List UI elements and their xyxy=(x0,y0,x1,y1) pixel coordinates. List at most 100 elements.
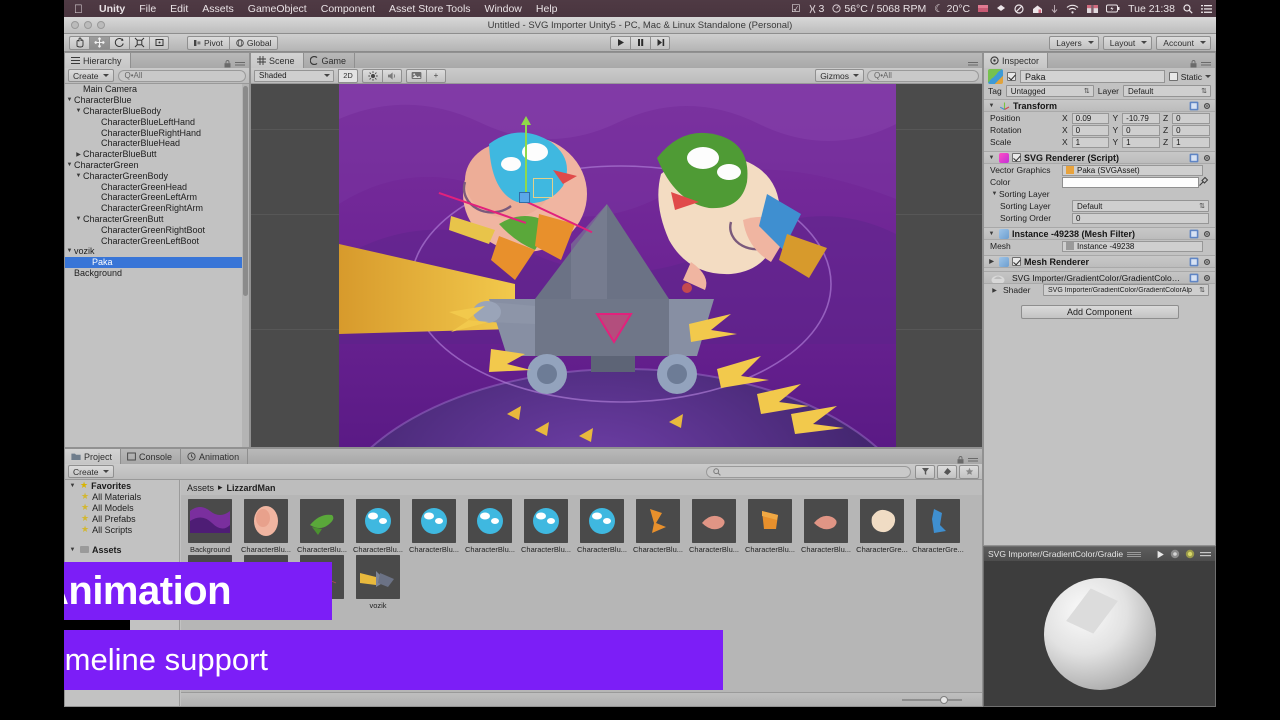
scene-view-toggles[interactable]: 2D xyxy=(338,69,358,83)
favorite-item[interactable]: ★All Prefabs xyxy=(65,513,179,524)
tab-console[interactable]: Console xyxy=(121,449,181,464)
asset-thumbnail[interactable] xyxy=(580,499,624,543)
effects-dropdown-button[interactable]: + xyxy=(426,69,446,83)
hierarchy-item[interactable]: Main Camera xyxy=(65,84,249,95)
gizmo-rect-handle[interactable] xyxy=(533,178,553,198)
list-icon[interactable] xyxy=(1197,4,1216,14)
add-component-button[interactable]: Add Component xyxy=(1021,305,1179,319)
asset-thumbnail[interactable] xyxy=(244,499,288,543)
asset-item[interactable]: CharacterGre... xyxy=(855,499,909,554)
component-header-icons[interactable] xyxy=(1189,273,1212,283)
lighting-toggle-icon[interactable] xyxy=(362,69,382,83)
hierarchy-scrollbar[interactable] xyxy=(242,84,249,447)
hierarchy-tab-icons[interactable] xyxy=(223,60,249,68)
asset-item[interactable]: CharacterBlu... xyxy=(519,499,573,554)
2d-toggle[interactable]: 2D xyxy=(338,69,358,83)
hierarchy-item[interactable]: CharacterGreenBody xyxy=(65,170,249,181)
asset-thumbnail[interactable] xyxy=(188,499,232,543)
mesh-field[interactable]: Instance -49238 xyxy=(1062,241,1203,252)
menu-item-component[interactable]: Component xyxy=(314,3,382,15)
favorites-list[interactable]: ★All Materials★All Models★All Prefabs★Al… xyxy=(65,491,179,535)
foldout-icon[interactable] xyxy=(74,151,83,158)
home-icon[interactable] xyxy=(1028,4,1047,14)
slider-knob[interactable] xyxy=(940,696,948,704)
breadcrumb-root[interactable]: Assets xyxy=(187,483,214,493)
scene-tab-icons[interactable] xyxy=(968,60,982,68)
prohibit-icon[interactable] xyxy=(1010,4,1028,14)
asset-thumbnail[interactable] xyxy=(692,499,736,543)
hierarchy-item[interactable]: CharacterBlue xyxy=(65,95,249,106)
playback-controls[interactable] xyxy=(610,36,670,50)
foldout-icon[interactable] xyxy=(68,547,77,553)
foldout-icon[interactable] xyxy=(990,287,999,294)
audio-toggle-icon[interactable] xyxy=(382,69,402,83)
foldout-icon[interactable] xyxy=(65,248,74,254)
hierarchy-item[interactable]: CharacterBlueRightHand xyxy=(65,127,249,138)
menu-item-assets[interactable]: Assets xyxy=(195,3,241,15)
sorting-order-field[interactable]: 0 xyxy=(1072,213,1209,224)
axis-z-input[interactable]: 0 xyxy=(1172,113,1210,124)
asset-item[interactable]: CharacterBlu... xyxy=(351,499,405,554)
foldout-icon[interactable] xyxy=(990,191,999,197)
component-header-material[interactable]: SVG Importer/GradientColor/GradientColo… xyxy=(984,271,1215,284)
clock-time[interactable]: Tue 21:38 xyxy=(1124,3,1179,15)
component-header-transform[interactable]: Transform xyxy=(984,99,1215,112)
hierarchy-search-input[interactable]: Q•All xyxy=(118,70,246,82)
favorite-item[interactable]: ★All Scripts xyxy=(65,524,179,535)
checkmark-status-icon[interactable]: ☑ xyxy=(787,3,804,15)
menu-item-file[interactable]: File xyxy=(132,3,163,15)
static-toggle[interactable]: Static xyxy=(1169,72,1211,82)
layout-dropdown[interactable]: Layout xyxy=(1103,36,1153,50)
step-button[interactable] xyxy=(650,36,670,50)
move-tool-icon[interactable] xyxy=(89,36,109,50)
asset-item[interactable]: CharacterGre... xyxy=(911,499,965,554)
hierarchy-item[interactable]: CharacterGreen xyxy=(65,160,249,171)
foldout-icon[interactable] xyxy=(987,231,996,237)
vector3-field[interactable]: X1Y1Z1 xyxy=(1062,137,1215,148)
component-header-icons[interactable] xyxy=(1189,257,1212,267)
asset-thumbnail[interactable] xyxy=(468,499,512,543)
asset-item[interactable]: CharacterBlu... xyxy=(799,499,853,554)
filter-type-icon[interactable] xyxy=(915,465,935,479)
pivot-group[interactable]: Pivot Global xyxy=(187,36,278,50)
hierarchy-item[interactable]: CharacterGreenLeftArm xyxy=(65,192,249,203)
display-icon[interactable] xyxy=(1083,4,1102,14)
hierarchy-tree[interactable]: Main CameraCharacterBlueCharacterBlueBod… xyxy=(65,84,249,447)
hierarchy-scroll-thumb[interactable] xyxy=(243,86,248,296)
asset-thumbnail[interactable] xyxy=(356,555,400,599)
menu-item-help[interactable]: Help xyxy=(529,3,565,15)
object-name-field[interactable]: Paka xyxy=(1020,70,1165,83)
asset-thumbnail[interactable] xyxy=(804,499,848,543)
scene-viewport[interactable] xyxy=(251,84,982,447)
gizmo-center-handle[interactable] xyxy=(519,192,530,203)
gizmo-y-arrow[interactable] xyxy=(521,116,531,125)
pivot-toggle[interactable]: Pivot xyxy=(187,36,229,50)
foldout-icon[interactable] xyxy=(65,162,74,168)
filter-label-icon[interactable] xyxy=(937,465,957,479)
breadcrumb[interactable]: Assets ▸ LizzardMan xyxy=(181,480,982,495)
component-header-icons[interactable] xyxy=(1189,101,1212,111)
foldout-icon[interactable] xyxy=(987,155,996,161)
assets-group[interactable]: Assets xyxy=(65,544,179,555)
axis-y-input[interactable]: -10.79 xyxy=(1122,113,1160,124)
chevron-down-icon[interactable] xyxy=(1205,75,1211,78)
resize-grip-icon[interactable] xyxy=(1127,552,1141,557)
asset-thumbnail[interactable] xyxy=(356,499,400,543)
scene-render-toggles[interactable] xyxy=(362,69,402,83)
hierarchy-item[interactable]: CharacterGreenLeftBoot xyxy=(65,235,249,246)
battery-icon[interactable] xyxy=(1102,4,1124,13)
hierarchy-item[interactable]: CharacterGreenButt xyxy=(65,214,249,225)
color-field[interactable] xyxy=(1062,177,1199,188)
effects-toggle-icon[interactable] xyxy=(406,69,426,83)
layers-dropdown[interactable]: Layers xyxy=(1049,36,1099,50)
asset-thumbnail[interactable] xyxy=(524,499,568,543)
dropbox-icon[interactable] xyxy=(992,4,1010,14)
temperature-rpm-status[interactable]: 56°C / 5068 RPM xyxy=(828,3,930,15)
asset-item[interactable]: CharacterBlu... xyxy=(295,499,349,554)
material-preview-sphere[interactable] xyxy=(1044,578,1156,690)
scene-search-input[interactable]: Q•All xyxy=(867,70,979,82)
axis-z-input[interactable]: 1 xyxy=(1172,137,1210,148)
tab-animation[interactable]: Animation xyxy=(181,449,248,464)
foldout-icon[interactable] xyxy=(987,258,996,265)
sorting-layer-dropdown[interactable]: Default ⇅ xyxy=(1072,200,1209,212)
